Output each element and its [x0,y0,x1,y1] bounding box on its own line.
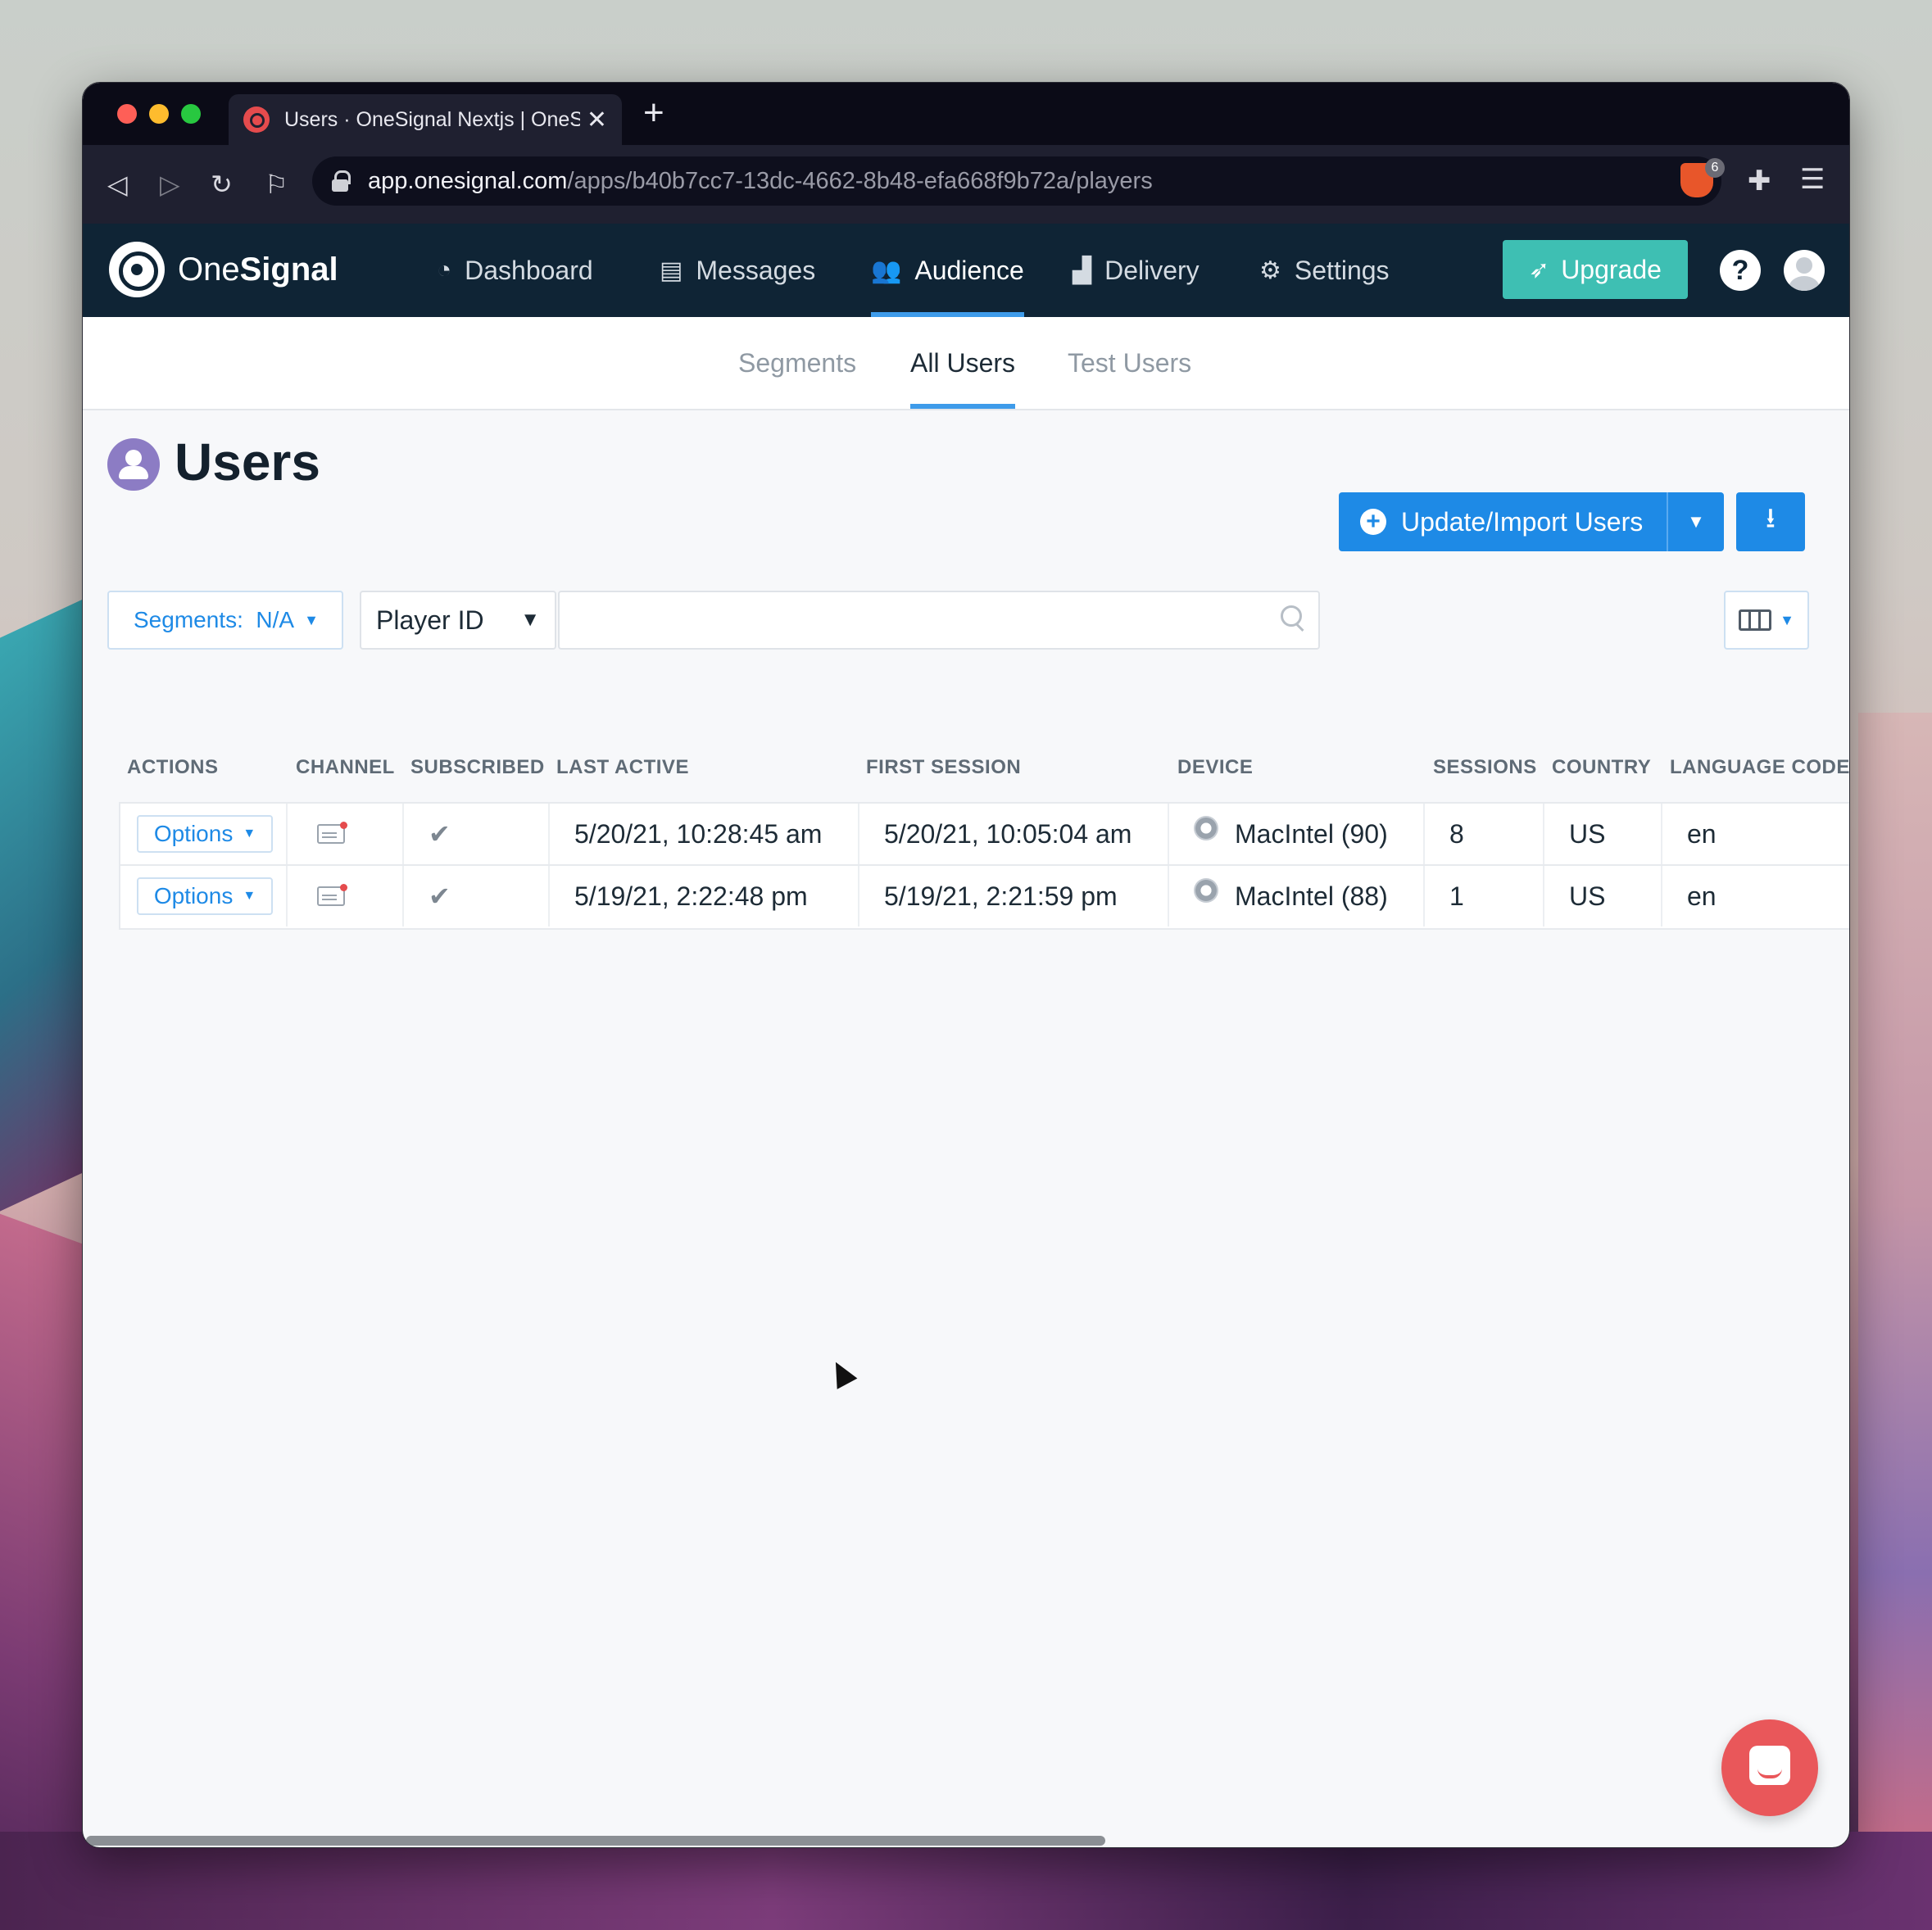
cell-device: MacIntel (90) [1235,818,1388,849]
mouse-cursor-icon [825,1357,858,1389]
rocket-icon: ➶ [1529,256,1550,283]
nav-dashboard[interactable]: ◔ Dashboard [437,224,593,317]
cell-last-active: 5/19/21, 2:22:48 pm [550,866,859,926]
search-field-select[interactable]: Player ID ▼ [360,591,556,650]
cell-language: en [1687,818,1717,849]
horizontal-scrollbar[interactable] [86,1836,1105,1846]
url-text: app.onesignal.com/apps/b40b7cc7-13dc-466… [368,167,1153,194]
upgrade-button[interactable]: ➶ Upgrade [1503,240,1688,299]
tab-segments[interactable]: Segments [738,317,856,409]
caret-down-icon: ▼ [243,827,256,840]
browser-menu-icon[interactable]: ☰ [1800,163,1825,196]
table-row: Options ▼ ✔ 5/20/21, 10:28:45 am 5/20/21… [120,804,1849,866]
cell-first-session: 5/19/21, 2:21:59 pm [859,866,1169,926]
cell-country: US [1544,866,1662,926]
cell-last-active: 5/20/21, 10:28:45 am [550,804,859,864]
cell-country: US [1544,804,1662,864]
tab-all-users[interactable]: All Users [910,317,1016,409]
brave-shield-icon[interactable]: 6 [1680,158,1725,197]
nav-messages[interactable]: ▤ Messages [660,224,815,317]
lock-icon [332,170,351,192]
checkmark-icon: ✔ [429,819,451,849]
app-top-nav: OneSignal ◔ Dashboard ▤ Messages 👥 Audie… [83,224,1849,317]
help-icon[interactable]: ? [1720,250,1761,291]
page-title: Users [175,433,320,492]
table-row: Options ▼ ✔ 5/19/21, 2:22:48 pm 5/19/21,… [120,866,1849,928]
address-bar[interactable]: app.onesignal.com/apps/b40b7cc7-13dc-466… [312,156,1721,206]
minimize-window-button[interactable] [149,104,169,124]
tab-close-icon[interactable]: ✕ [587,106,607,134]
column-header-last-active[interactable]: LAST ACTIVE [556,756,689,779]
gauge-icon: ◔ [437,256,452,283]
bar-chart-icon: ▟ [1073,256,1092,284]
cell-sessions: 1 [1425,866,1544,926]
web-push-channel-icon [317,822,347,844]
chat-icon: ▤ [660,256,683,284]
cell-device: MacIntel (88) [1235,881,1388,911]
intercom-chat-button[interactable] [1721,1719,1818,1816]
column-header-actions[interactable]: ACTIONS [127,756,219,779]
nav-delivery[interactable]: ▟ Delivery [1073,224,1200,317]
avatar[interactable] [1784,250,1825,291]
column-header-first-session[interactable]: FIRST SESSION [866,756,1021,779]
column-header-language-code[interactable]: LANGUAGE CODE [1670,756,1849,779]
plus-circle-icon: + [1360,509,1386,535]
reload-icon[interactable]: ↻ [211,168,233,201]
column-header-device[interactable]: DEVICE [1177,756,1253,779]
forward-icon[interactable]: ▷ [160,168,180,201]
extensions-icon[interactable]: ✚ [1748,165,1771,197]
caret-down-icon: ▼ [304,611,319,628]
import-dropdown-toggle[interactable]: ▼ [1667,492,1724,551]
browser-tab[interactable]: Users · OneSignal Nextjs | OneS ✕ [229,94,622,145]
column-header-subscribed[interactable]: SUBSCRIBED [410,756,545,779]
zoom-window-button[interactable] [181,104,201,124]
nav-settings[interactable]: ⚙ Settings [1259,224,1390,317]
browser-toolbar: ◁ ▷ ↻ ⚐ app.onesignal.com/apps/b40b7cc7-… [83,145,1849,224]
download-button[interactable]: ⭳ [1736,492,1805,551]
close-window-button[interactable] [117,104,137,124]
nav-audience[interactable]: 👥 Audience [871,224,1024,317]
segments-filter-button[interactable]: Segments: N/A ▼ [107,591,343,650]
caret-down-icon: ▼ [243,889,256,903]
brave-badge: 6 [1705,158,1725,178]
audience-subnav: Segments All Users Test Users [83,317,1849,410]
browser-tab-bar: Users · OneSignal Nextjs | OneS ✕ + [83,83,1849,145]
update-import-users-button[interactable]: + Update/Import Users ▼ [1339,492,1724,551]
chrome-browser-icon [1194,816,1218,840]
columns-toggle-button[interactable]: ▼ [1724,591,1809,650]
options-button[interactable]: Options ▼ [137,815,273,853]
users-page-icon [107,438,160,491]
search-input[interactable] [558,591,1320,650]
users-table: Options ▼ ✔ 5/20/21, 10:28:45 am 5/20/21… [119,802,1849,930]
new-tab-button[interactable]: + [643,93,664,134]
caret-down-icon: ▼ [1780,611,1794,628]
cell-language: en [1687,881,1717,911]
column-header-sessions[interactable]: SESSIONS [1433,756,1537,779]
cell-first-session: 5/20/21, 10:05:04 am [859,804,1169,864]
column-header-country[interactable]: COUNTRY [1552,756,1651,779]
search-icon[interactable] [1281,605,1305,630]
column-header-channel[interactable]: CHANNEL [296,756,395,779]
firefox-browser-icon [1194,878,1218,903]
columns-icon [1739,609,1772,631]
back-icon[interactable]: ◁ [107,168,128,201]
users-icon: 👥 [871,256,902,284]
checkmark-icon: ✔ [429,881,451,911]
bookmark-icon[interactable]: ⚐ [265,168,288,201]
download-icon: ⭳ [1766,502,1776,534]
tab-title: Users · OneSignal Nextjs | OneS [284,107,580,131]
browser-window: Users · OneSignal Nextjs | OneS ✕ + ◁ ▷ … [82,82,1850,1848]
caret-down-icon: ▼ [520,609,540,631]
onesignal-logo-icon [109,242,165,297]
onesignal-logo[interactable]: OneSignal [109,242,338,297]
gear-icon: ⚙ [1259,256,1281,284]
web-push-channel-icon [317,884,347,906]
options-button[interactable]: Options ▼ [137,877,273,915]
onesignal-favicon-icon [243,106,270,133]
cell-sessions: 8 [1425,804,1544,864]
tab-test-users[interactable]: Test Users [1068,317,1191,409]
